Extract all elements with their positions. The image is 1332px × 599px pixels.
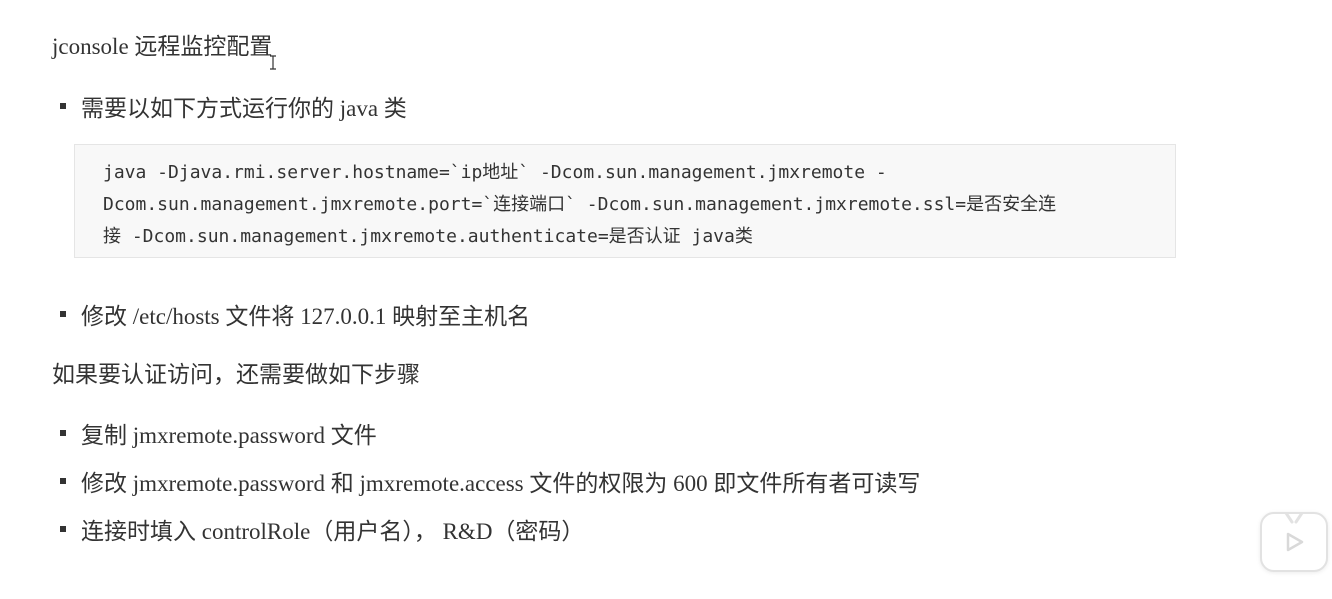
text-cursor-icon	[270, 55, 276, 70]
list-item-text: 需要以如下方式运行你的 java 类	[81, 96, 407, 121]
list-item-text: 修改 /etc/hosts 文件将 127.0.0.1 映射至主机名	[81, 304, 531, 329]
list-item-credentials: 连接时填入 controlRole（用户名）， R&D（密码）	[60, 512, 584, 546]
list-item-text: 连接时填入 controlRole（用户名）， R&D（密码）	[81, 519, 585, 544]
list-item-copy-password: 复制 jmxremote.password 文件	[60, 416, 377, 450]
bullet-marker	[60, 478, 66, 484]
code-block: java -Djava.rmi.server.hostname=`ip地址` -…	[74, 144, 1176, 258]
bullet-marker	[60, 526, 66, 532]
list-item-chmod: 修改 jmxremote.password 和 jmxremote.access…	[60, 464, 920, 498]
bullet-marker	[60, 311, 66, 317]
list-item-run-java: 需要以如下方式运行你的 java 类	[60, 89, 407, 123]
bullet-marker	[60, 430, 66, 436]
play-icon	[1284, 514, 1304, 552]
code-line: 接 -Dcom.sun.management.jmxremote.authent…	[103, 226, 753, 247]
bullet-marker	[60, 103, 66, 109]
list-item-text: 复制 jmxremote.password 文件	[81, 423, 377, 448]
video-player-button[interactable]	[1260, 512, 1328, 572]
list-item-edit-hosts: 修改 /etc/hosts 文件将 127.0.0.1 映射至主机名	[60, 297, 530, 331]
page-title: jconsole 远程监控配置	[52, 34, 273, 59]
code-line: java -Djava.rmi.server.hostname=`ip地址` -…	[103, 162, 887, 183]
list-item-text: 修改 jmxremote.password 和 jmxremote.access…	[81, 471, 921, 496]
auth-paragraph: 如果要认证访问，还需要做如下步骤	[52, 362, 420, 387]
code-line: Dcom.sun.management.jmxremote.port=`连接端口…	[103, 194, 1057, 215]
